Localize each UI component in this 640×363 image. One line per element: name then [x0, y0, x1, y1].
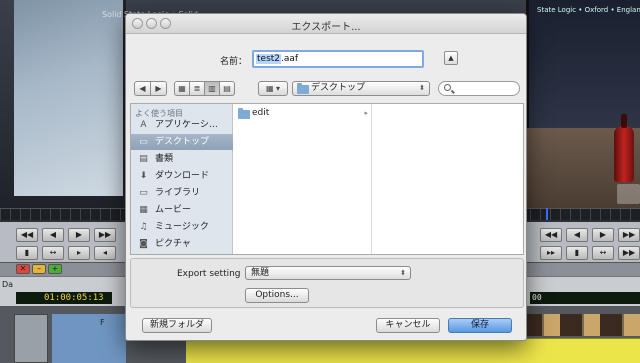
- record-ff-button[interactable]: ▶▶: [618, 228, 640, 242]
- forward-button[interactable]: ▶: [150, 81, 167, 96]
- export-setting-label: Export setting: [177, 269, 241, 279]
- desktop-icon: ▭: [139, 137, 148, 147]
- location-value: デスクトップ: [311, 83, 366, 93]
- master-timecode: 01:00:05:13: [16, 292, 112, 304]
- sidebar-item-music[interactable]: ♫ ミュージック: [131, 219, 233, 235]
- background-tv: State Logic • Oxford • England: [526, 0, 640, 128]
- search-icon: [444, 84, 451, 91]
- sidebar-item-label: アプリケーシ…: [155, 120, 218, 130]
- favorites-sidebar: よく使う項目 A アプリケーシ… ▭ デスクトップ ▤ 書類 ⬇ ダウンロード …: [131, 104, 233, 254]
- movies-icon: ▦: [139, 205, 148, 215]
- record-extract-button[interactable]: ↔: [592, 246, 614, 260]
- documents-icon: ▤: [139, 154, 148, 164]
- sidebar-item-desktop[interactable]: ▭ デスクトップ: [131, 134, 233, 150]
- background-monitor: Solid State Logic • Solid: [14, 0, 198, 196]
- navigation-toolbar: ◀ ▶ ▦ ≣ ▥ ▤ ▦ ▾ デスクトップ ⬍: [126, 81, 526, 97]
- overwrite-button[interactable]: ▸: [68, 246, 90, 260]
- filename-extension: .aaf: [281, 54, 299, 64]
- record-play-button[interactable]: ▶: [592, 228, 614, 242]
- folder-icon: [238, 108, 250, 119]
- sidebar-item-documents[interactable]: ▤ 書類: [131, 151, 233, 167]
- save-button[interactable]: 保存: [448, 318, 512, 333]
- applications-icon: A: [140, 120, 147, 130]
- mark-in-button[interactable]: ▮: [16, 246, 38, 260]
- dialog-title: エクスポート...: [291, 22, 361, 33]
- track-label: F: [100, 318, 105, 327]
- minimize-light-icon[interactable]: –: [32, 264, 46, 274]
- chevron-right-icon: ▸: [364, 109, 368, 117]
- filename-label: 名前：: [220, 57, 248, 67]
- audio-track-clip[interactable]: [186, 338, 640, 363]
- tv-text: State Logic • Oxford • England: [537, 6, 640, 14]
- record-next-button[interactable]: ▶▶: [618, 246, 640, 260]
- export-setting-value: 無題: [251, 268, 270, 278]
- list-view-button[interactable]: ≣: [189, 81, 205, 96]
- close-light-icon[interactable]: ✕: [16, 264, 30, 274]
- track-area[interactable]: [52, 314, 126, 363]
- browser-column-1: edit ▸: [234, 104, 372, 254]
- export-options-panel: Export setting 無題 ⬍ Options...: [130, 258, 524, 308]
- bottle-image: [614, 114, 634, 182]
- play-button[interactable]: ▶: [68, 228, 90, 242]
- zoom-light-icon[interactable]: +: [48, 264, 62, 274]
- record-rewind-button[interactable]: ◀◀: [540, 228, 562, 242]
- dialog-titlebar: エクスポート...: [126, 14, 526, 34]
- record-step-back-button[interactable]: ◀: [566, 228, 588, 242]
- sidebar-item-label: ミュージック: [155, 222, 209, 232]
- column-view-button[interactable]: ▥: [204, 81, 220, 96]
- sidebar-item-label: デスクトップ: [155, 137, 210, 147]
- fast-forward-button[interactable]: ▶▶: [94, 228, 116, 242]
- expand-collapse-button[interactable]: ▲: [444, 51, 458, 65]
- location-dropdown[interactable]: デスクトップ ⬍: [292, 81, 430, 96]
- rewind-button[interactable]: ◀◀: [16, 228, 38, 242]
- sidebar-item-label: ライブラリ: [155, 188, 201, 198]
- sidebar-item-label: ピクチャ: [155, 239, 191, 249]
- coverflow-view-button[interactable]: ▤: [219, 81, 235, 96]
- sidebar-item-label: 書類: [155, 154, 174, 164]
- export-dialog: エクスポート... 名前： test2.aaf ▲ ◀ ▶ ▦ ≣ ▥ ▤ ▦ …: [125, 13, 527, 341]
- sidebar-item-downloads[interactable]: ⬇ ダウンロード: [131, 168, 233, 184]
- icon-view-button[interactable]: ▦: [174, 81, 190, 96]
- export-setting-dropdown[interactable]: 無題 ⬍: [245, 266, 411, 280]
- playhead-indicator[interactable]: [546, 208, 548, 220]
- arrange-button[interactable]: ▦ ▾: [258, 81, 288, 96]
- folder-name: edit: [252, 108, 270, 118]
- record-clear-button[interactable]: ▮: [566, 246, 588, 260]
- cancel-button[interactable]: キャンセル: [376, 318, 440, 333]
- right-timecode: 00: [530, 292, 640, 304]
- browser-column-2: [373, 104, 523, 254]
- file-browser: よく使う項目 A アプリケーシ… ▭ デスクトップ ▤ 書類 ⬇ ダウンロード …: [130, 103, 524, 255]
- sidebar-item-movies[interactable]: ▦ ムービー: [131, 202, 233, 218]
- filename-input[interactable]: test2.aaf: [252, 50, 424, 68]
- folder-row-edit[interactable]: edit ▸: [236, 107, 370, 120]
- filename-selected-text: test2: [256, 54, 282, 64]
- library-folder-icon: ▭: [139, 188, 148, 198]
- timecode-label: Da: [2, 280, 14, 289]
- sidebar-item-library[interactable]: ▭ ライブラリ: [131, 185, 233, 201]
- sidebar-item-applications[interactable]: A アプリケーシ…: [131, 117, 233, 133]
- sidebar-item-pictures[interactable]: ◙ ピクチャ: [131, 236, 233, 252]
- splice-button[interactable]: ↔: [42, 246, 64, 260]
- record-mark-button[interactable]: ▸▸: [540, 246, 562, 260]
- new-folder-button[interactable]: 新規フォルダ: [142, 318, 212, 333]
- search-field[interactable]: [438, 81, 520, 96]
- step-back-button[interactable]: ◀: [42, 228, 64, 242]
- back-button[interactable]: ◀: [134, 81, 151, 96]
- dropdown-arrows-icon: ⬍: [419, 84, 425, 92]
- glass-image: [617, 184, 640, 204]
- options-button[interactable]: Options...: [245, 288, 309, 303]
- track-selector-panel[interactable]: [14, 314, 48, 363]
- lift-button[interactable]: ◂: [94, 246, 116, 260]
- dropdown-arrows-icon: ⬍: [400, 269, 406, 277]
- pictures-icon: ◙: [139, 239, 148, 249]
- filename-row: 名前： test2.aaf: [126, 50, 526, 68]
- downloads-icon: ⬇: [139, 171, 148, 181]
- folder-icon: [297, 83, 309, 94]
- music-icon: ♫: [139, 222, 148, 232]
- clip-thumbnails[interactable]: [520, 314, 640, 336]
- sidebar-item-label: ダウンロード: [155, 171, 210, 181]
- sidebar-item-label: ムービー: [155, 205, 192, 215]
